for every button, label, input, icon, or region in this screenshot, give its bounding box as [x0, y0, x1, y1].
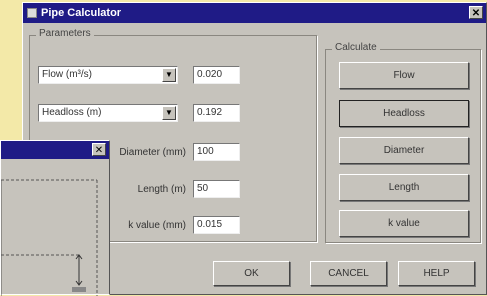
app-icon — [27, 8, 37, 18]
parameter-2-field[interactable]: 0.192 — [193, 104, 240, 122]
calc-flow-button[interactable]: Flow — [339, 62, 469, 89]
background-close-button[interactable]: ✕ — [92, 143, 106, 156]
ok-button[interactable]: OK — [213, 261, 290, 286]
calculate-legend: Calculate — [332, 42, 380, 53]
calc-diameter-button[interactable]: Diameter — [339, 137, 469, 164]
calc-k-value-button[interactable]: k value — [339, 210, 469, 237]
close-button[interactable]: ✕ — [469, 6, 483, 19]
parameters-legend: Parameters — [36, 28, 94, 39]
background-title-bar[interactable]: ✕ — [1, 141, 109, 159]
parameter-1-field[interactable]: 0.020 — [193, 66, 240, 84]
window-title: Pipe Calculator — [41, 7, 122, 19]
parameter-select-1-value: Flow (m³/s) — [42, 69, 92, 80]
title-bar: Pipe Calculator ✕ — [23, 3, 486, 23]
parameter-select-1[interactable]: Flow (m³/s) ▼ — [38, 66, 178, 84]
k-value-label: k value (mm) — [128, 220, 186, 231]
chevron-down-icon[interactable]: ▼ — [162, 68, 176, 82]
calc-length-button[interactable]: Length — [339, 174, 469, 201]
parameter-select-2-value: Headloss (m) — [42, 107, 102, 118]
parameter-select-2[interactable]: Headloss (m) ▼ — [38, 104, 178, 122]
k-value-field[interactable]: 0.015 — [193, 216, 240, 234]
cancel-button[interactable]: CANCEL — [310, 261, 387, 286]
marker-base — [72, 287, 86, 292]
diameter-label: Diameter (mm) — [119, 147, 186, 158]
help-button[interactable]: HELP — [398, 261, 475, 286]
background-plot-window[interactable]: ✕ — [0, 140, 110, 296]
length-label: Length (m) — [137, 184, 186, 195]
diameter-field[interactable]: 100 — [193, 143, 240, 161]
pipe-profile-plot — [1, 179, 98, 296]
chevron-down-icon[interactable]: ▼ — [162, 106, 176, 120]
length-field[interactable]: 50 — [193, 180, 240, 198]
calc-headloss-button[interactable]: Headloss — [339, 100, 469, 127]
